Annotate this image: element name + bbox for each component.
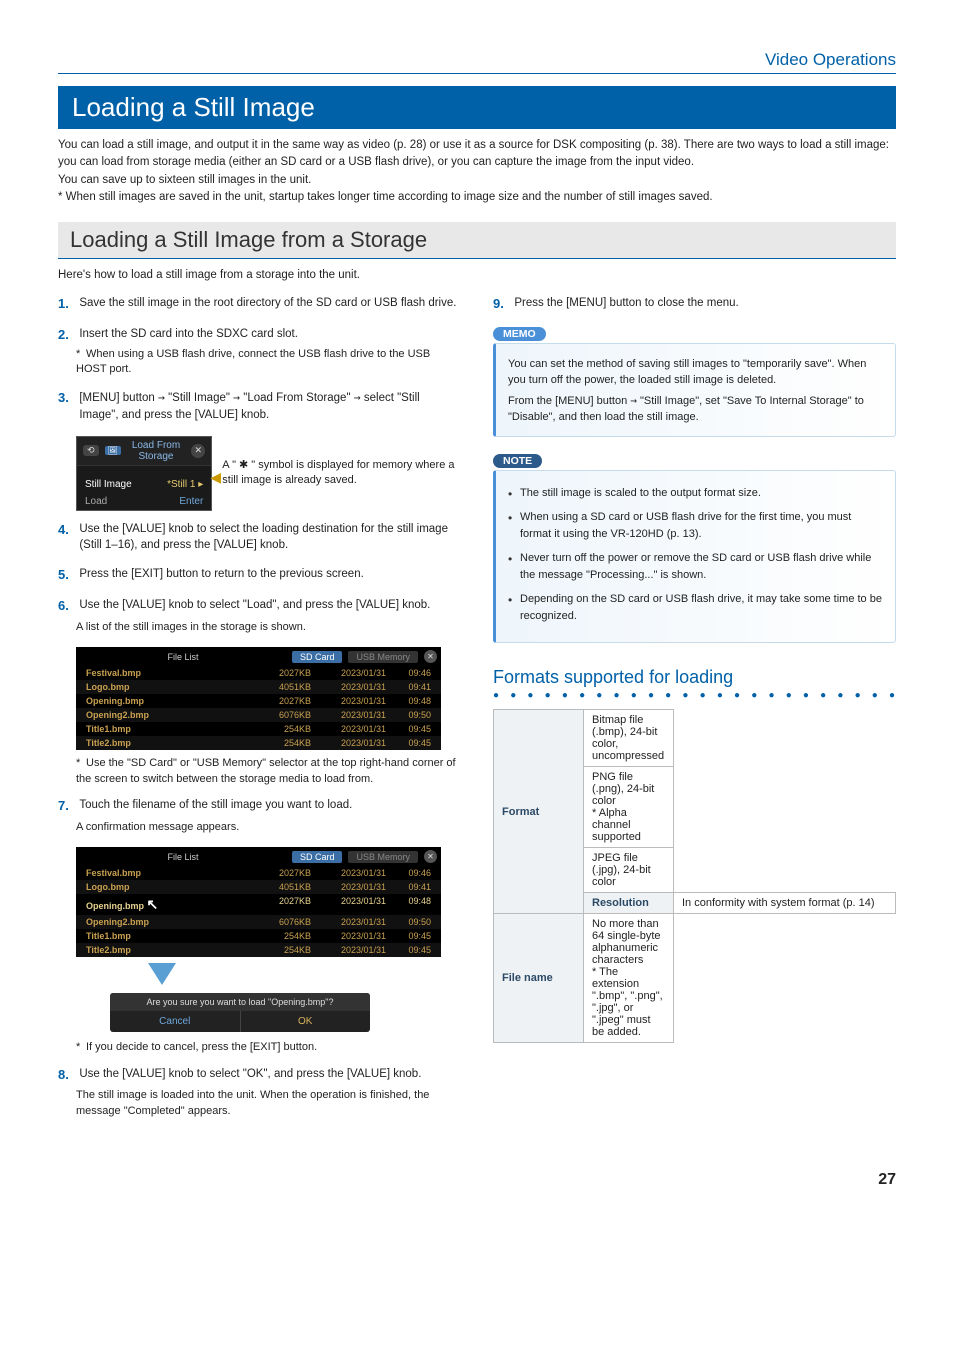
- format-row: JPEG file (.jpg), 24-bit color: [584, 848, 674, 893]
- file-list-title: File List: [80, 652, 286, 662]
- step-num-6: 6.: [58, 597, 76, 616]
- load-storage-title: Load From Storage: [127, 440, 186, 462]
- step-num-4: 4.: [58, 521, 76, 540]
- filename-label: File name: [494, 914, 584, 1043]
- load-row: Load: [85, 496, 107, 507]
- step-num-7: 7.: [58, 797, 76, 816]
- step-num-2: 2.: [58, 326, 76, 345]
- step-4: Use the [VALUE] knob to select the loadi…: [79, 521, 460, 554]
- step-num-3: 3.: [58, 389, 76, 408]
- file-row: Title2.bmp 254KB2023/01/3109:45: [76, 736, 441, 750]
- file-row: Title1.bmp 254KB2023/01/3109:45: [76, 929, 441, 943]
- note-badge: NOTE: [493, 454, 542, 468]
- cancel-button: Cancel: [110, 1011, 241, 1032]
- format-row: PNG file (.png), 24-bit color* Alpha cha…: [584, 767, 674, 848]
- step-6: Use the [VALUE] knob to select "Load", a…: [79, 597, 460, 614]
- file-row: Title2.bmp 254KB2023/01/3109:45: [76, 943, 441, 957]
- ok-button: OK: [241, 1011, 371, 1032]
- memo-badge: MEMO: [493, 327, 546, 341]
- cursor-icon: ↖: [147, 896, 159, 912]
- close-icon: ✕: [424, 650, 437, 663]
- note-item: Depending on the SD card or USB flash dr…: [508, 591, 885, 624]
- note-item: The still image is scaled to the output …: [508, 485, 885, 502]
- filename-row: No more than 64 single-byte alphanumeric…: [584, 914, 674, 1043]
- file-row: Festival.bmp 2027KB2023/01/3109:46: [76, 666, 441, 680]
- note-item: Never turn off the power or remove the S…: [508, 550, 885, 583]
- step-6-note: *Use the "SD Card" or "USB Memory" selec…: [76, 756, 461, 787]
- file-row: Logo.bmp 4051KB2023/01/3109:41: [76, 880, 441, 894]
- file-row: Opening2.bmp 6076KB2023/01/3109:50: [76, 708, 441, 722]
- file-row: Title1.bmp 254KB2023/01/3109:45: [76, 722, 441, 736]
- section-header: Video Operations: [58, 50, 896, 74]
- page-title: Loading a Still Image: [58, 86, 896, 129]
- intro-p1: You can load a still image, and output i…: [58, 137, 896, 172]
- confirm-text: Are you sure you want to load "Opening.b…: [110, 993, 370, 1011]
- file-list-title: File List: [80, 852, 286, 862]
- file-row: Opening.bmp 2027KB2023/01/3109:48: [76, 694, 441, 708]
- usb-memory-tab: USB Memory: [348, 651, 418, 663]
- close-icon: ✕: [424, 850, 437, 863]
- page-number: 27: [58, 1171, 896, 1189]
- note-callout: The still image is scaled to the output …: [493, 470, 896, 644]
- step-7: Touch the filename of the still image yo…: [79, 797, 460, 814]
- step-num-1: 1.: [58, 295, 76, 314]
- sd-card-tab: SD Card: [292, 851, 343, 863]
- resolution-label: Resolution: [584, 893, 674, 914]
- back-icon: ⟲: [83, 445, 99, 456]
- load-val: Enter: [179, 496, 203, 507]
- subsection-desc: Here's how to load a still image from a …: [58, 269, 896, 281]
- subsection-title: Loading a Still Image from a Storage: [58, 222, 896, 259]
- step-2-note: *When using a USB flash drive, connect t…: [76, 347, 461, 378]
- still-image-row: Still Image: [85, 479, 132, 490]
- step-6-sub: A list of the still images in the storag…: [76, 620, 461, 635]
- memo-p1: You can set the method of saving still i…: [508, 356, 885, 389]
- file-row: Opening.bmp ↖2027KB2023/01/3109:48: [76, 894, 441, 915]
- usb-memory-tab: USB Memory: [348, 851, 418, 863]
- dots-rule: ● ● ● ● ● ● ● ● ● ● ● ● ● ● ● ● ● ● ● ● …: [493, 690, 896, 701]
- memo-callout: You can set the method of saving still i…: [493, 343, 896, 437]
- intro-note: * When still images are saved in the uni…: [58, 189, 896, 206]
- step-3-side: ◀ A " ✱ " symbol is displayed for memory…: [222, 458, 461, 489]
- file-list-ui-2: File List SD Card USB Memory ✕ Festival.…: [76, 847, 441, 957]
- file-list-ui-1: File List SD Card USB Memory ✕ Festival.…: [76, 647, 441, 750]
- step-num-5: 5.: [58, 566, 76, 585]
- confirm-dialog: Are you sure you want to load "Opening.b…: [110, 993, 370, 1032]
- file-row: Opening2.bmp 6076KB2023/01/3109:50: [76, 915, 441, 929]
- sd-card-tab: SD Card: [292, 651, 343, 663]
- step-1: Save the still image in the root directo…: [79, 295, 460, 312]
- file-row: Festival.bmp 2027KB2023/01/3109:46: [76, 866, 441, 880]
- file-row: Logo.bmp 4051KB2023/01/3109:41: [76, 680, 441, 694]
- note-item: When using a SD card or USB flash drive …: [508, 509, 885, 542]
- format-row: Bitmap file (.bmp), 24-bit color, uncomp…: [584, 710, 674, 767]
- step-3: [MENU] button → "Still Image" → "Load Fr…: [79, 389, 460, 423]
- close-icon: ✕: [191, 444, 205, 458]
- memo-p2: From the [MENU] button → "Still Image", …: [508, 393, 885, 426]
- formats-title: Formats supported for loading: [493, 667, 896, 688]
- pic-icon: 🖼: [105, 446, 121, 455]
- formats-table: Format Bitmap file (.bmp), 24-bit color,…: [493, 709, 896, 1043]
- step-8-sub: The still image is loaded into the unit.…: [76, 1088, 461, 1119]
- step-7-sub: A confirmation message appears.: [76, 820, 461, 835]
- format-label: Format: [494, 710, 584, 914]
- step-8: Use the [VALUE] knob to select "OK", and…: [79, 1066, 460, 1083]
- step-num-9: 9.: [493, 295, 511, 314]
- step-2: Insert the SD card into the SDXC card sl…: [79, 326, 460, 343]
- step-5: Press the [EXIT] button to return to the…: [79, 566, 460, 583]
- arrow-down-icon: [148, 963, 176, 985]
- intro-block: You can load a still image, and output i…: [58, 137, 896, 206]
- intro-p2: You can save up to sixteen still images …: [58, 172, 896, 189]
- still-val: *Still 1 ▸: [167, 479, 203, 490]
- step-7-note: *If you decide to cancel, press the [EXI…: [76, 1040, 461, 1055]
- step-9: Press the [MENU] button to close the men…: [514, 295, 895, 312]
- resolution-row: In conformity with system format (p. 14): [674, 893, 896, 914]
- load-storage-ui: ⟲ 🖼 Load From Storage ✕ Still Image *Stil…: [76, 436, 212, 511]
- step-num-8: 8.: [58, 1066, 76, 1085]
